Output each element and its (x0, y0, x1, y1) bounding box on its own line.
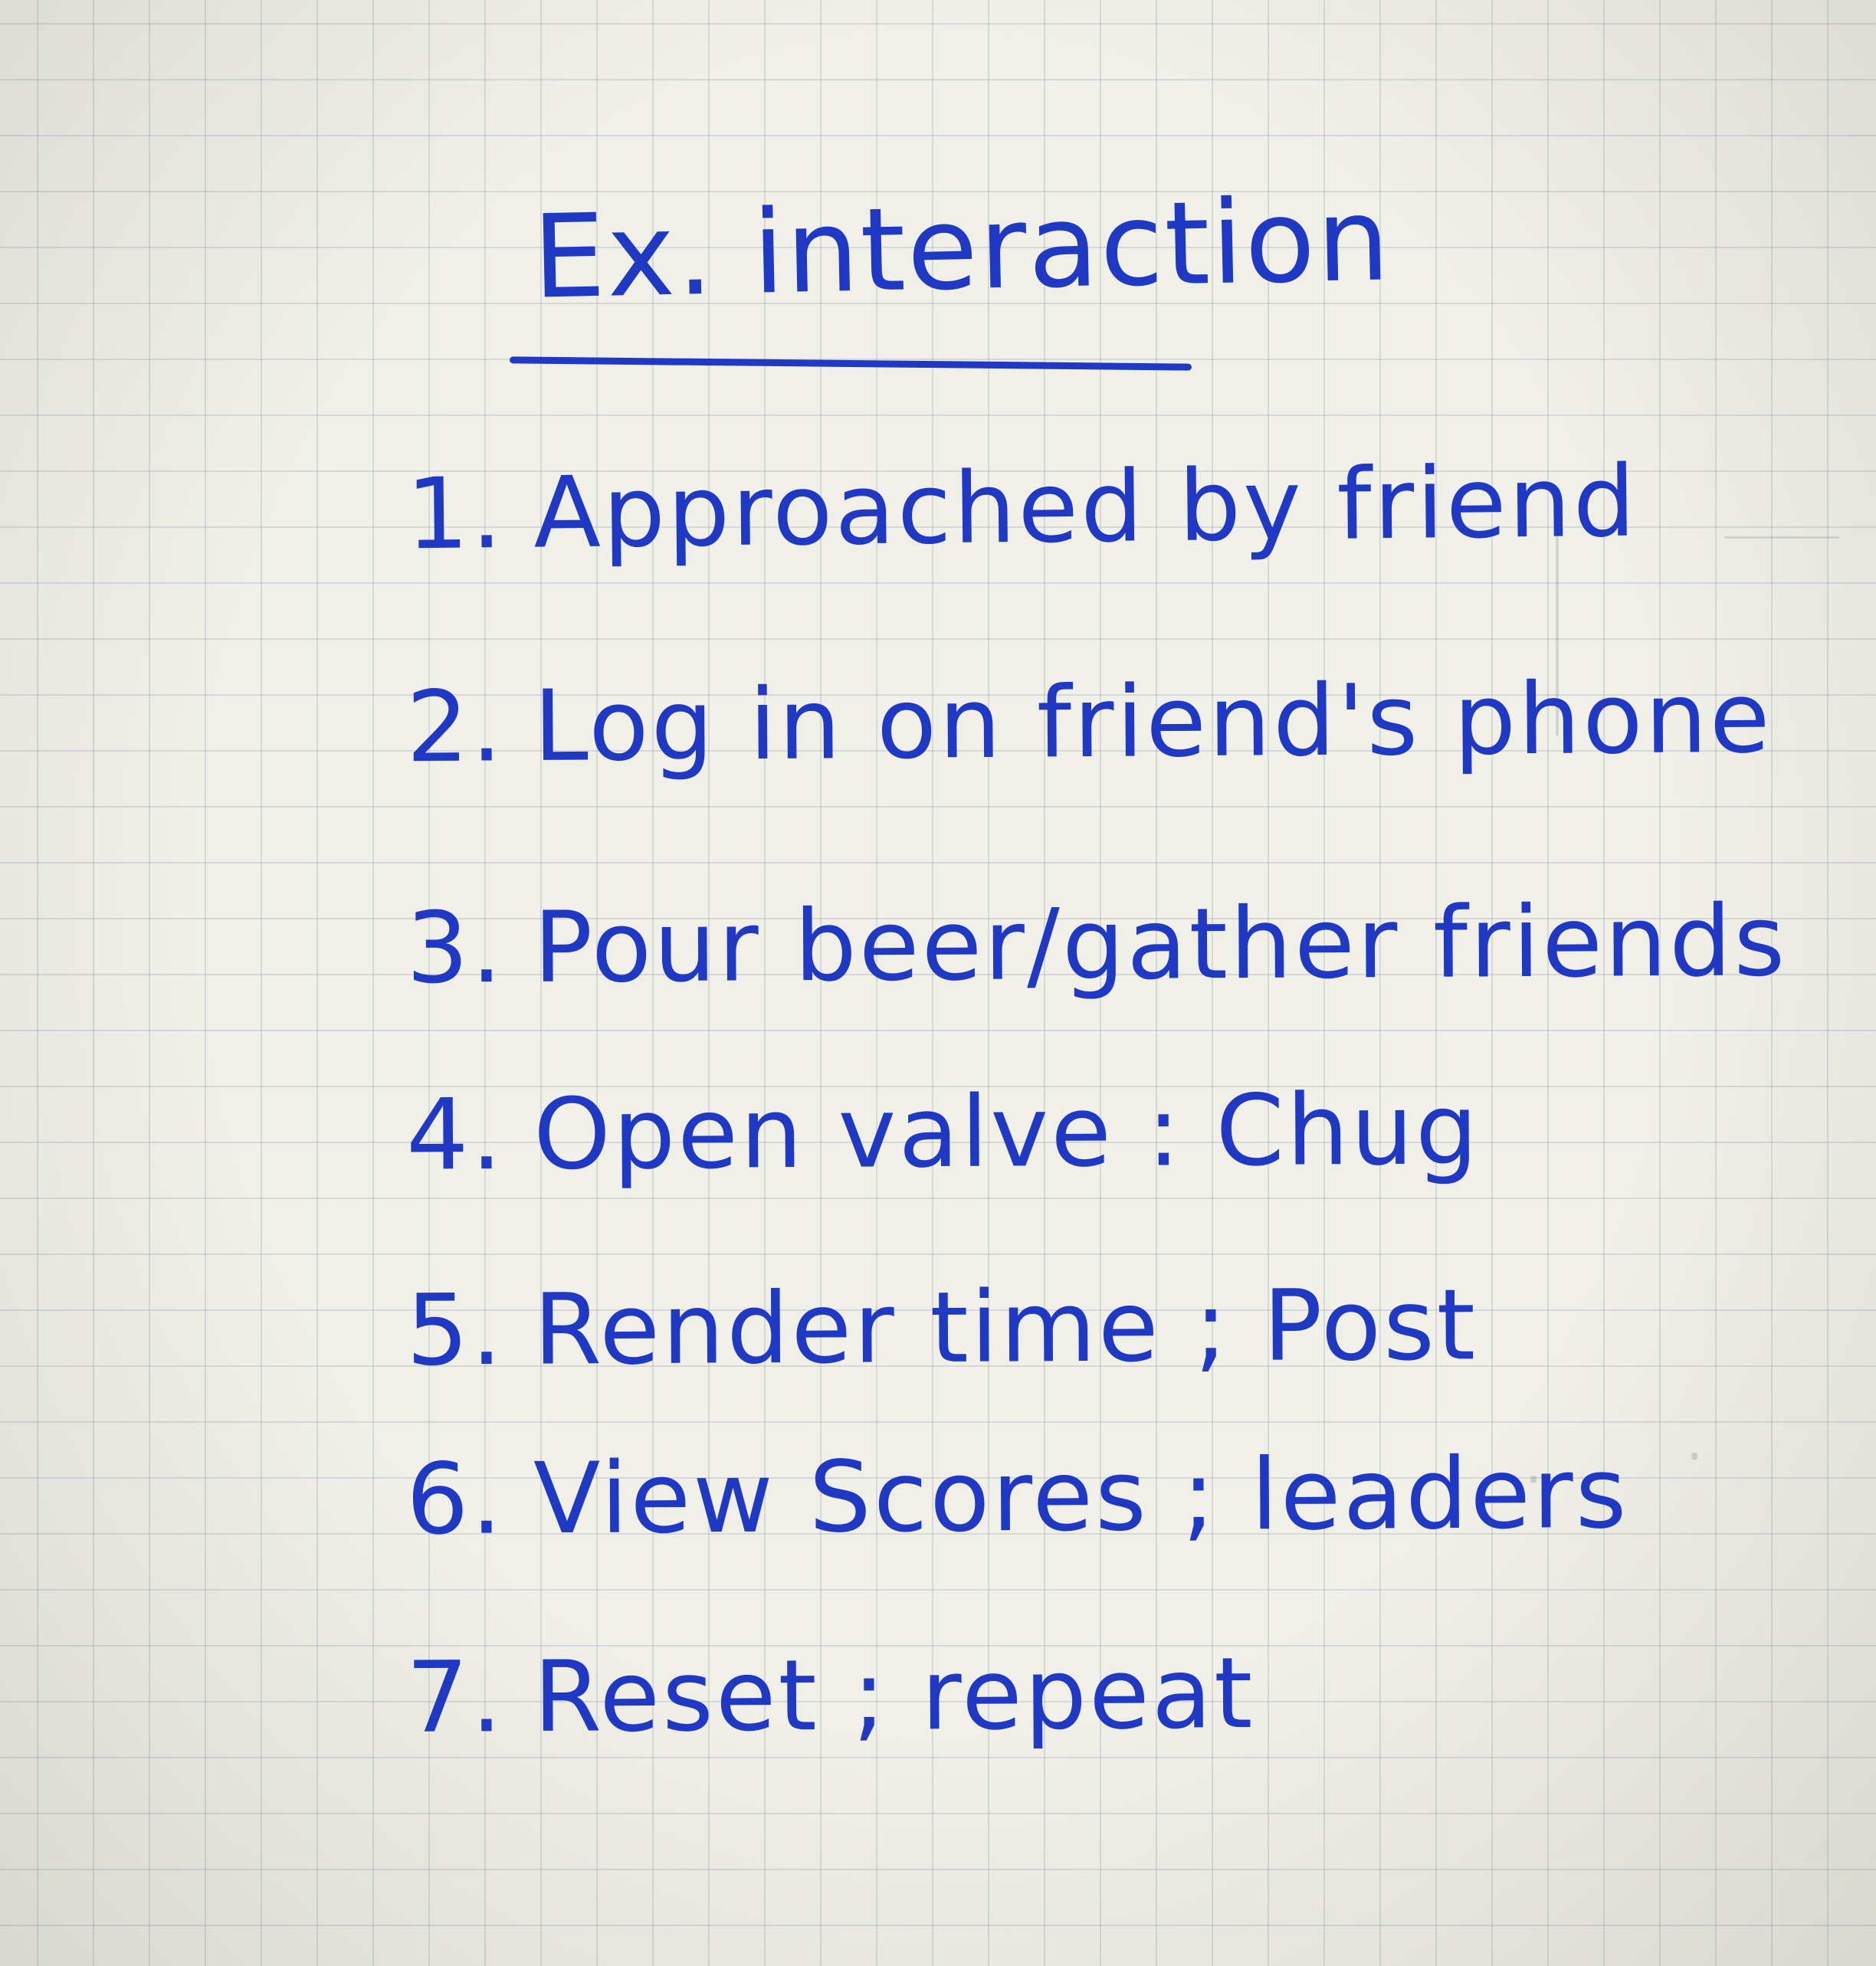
list-item: 6. View Scores ; leaders (405, 1437, 1629, 1558)
step-number: 1. (405, 457, 505, 572)
step-text: Approached by friend (533, 444, 1638, 571)
list-item: 2. Log in on friend's phone (405, 661, 1772, 785)
step-text: View Scores ; leaders (533, 1436, 1629, 1557)
step-number: 5. (405, 1273, 505, 1388)
step-number: 6. (405, 1442, 505, 1558)
step-number: 2. (405, 670, 505, 785)
title-underline (509, 356, 1192, 371)
list-item: 7. Reset ; repeat (405, 1637, 1255, 1755)
list-item: 1. Approached by friend (405, 445, 1638, 572)
step-text: Render time ; Post (533, 1268, 1478, 1388)
step-text: Log in on friend's phone (533, 660, 1773, 785)
step-number: 4. (405, 1077, 505, 1193)
list-item: 3. Pour beer/gather friends (405, 884, 1788, 1006)
faint-pencil-scribble: · (1686, 1425, 1704, 1488)
notebook-page: { "note": { "title": "Ex. interaction", … (0, 0, 1876, 1966)
step-number: 3. (405, 891, 505, 1006)
step-number: 7. (405, 1640, 505, 1755)
step-text: Open valve : Chug (533, 1073, 1481, 1192)
faint-pencil-mark (1724, 536, 1839, 539)
list-item: 5. Render time ; Post (405, 1268, 1478, 1388)
list-item: 4. Open valve : Chug (405, 1073, 1481, 1193)
step-text: Reset ; repeat (533, 1637, 1255, 1755)
step-text: Pour beer/gather friends (533, 884, 1788, 1005)
page-title: Ex. interaction (531, 173, 1392, 325)
